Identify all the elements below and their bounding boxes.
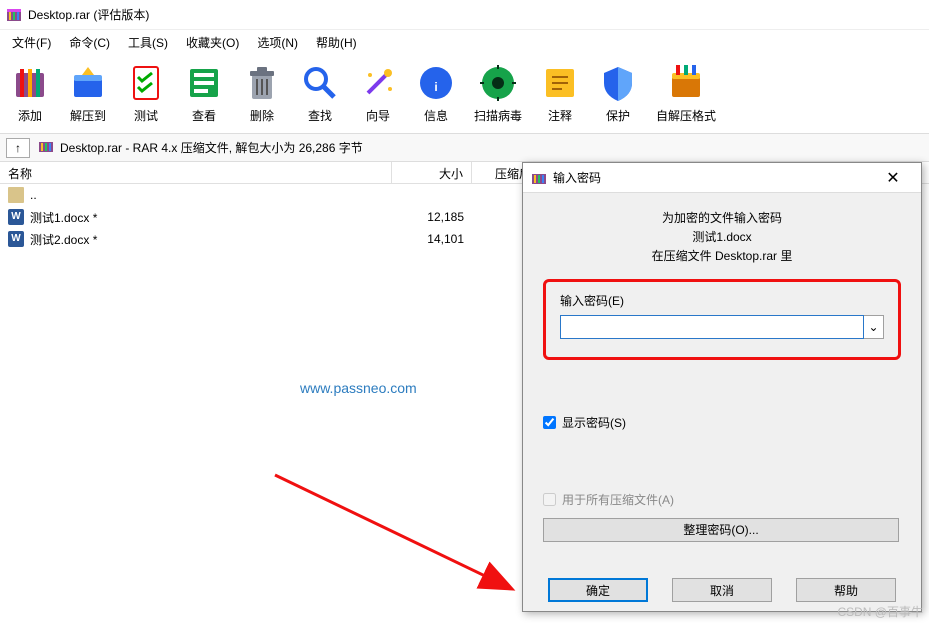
docx-icon: W — [8, 209, 24, 225]
sfx-button[interactable]: 自解压格式 — [656, 63, 716, 124]
password-dialog: 输入密码 ✕ 为加密的文件输入密码 测试1.docx 在压缩文件 Desktop… — [522, 162, 922, 612]
svg-text:i: i — [434, 80, 437, 94]
add-button[interactable]: 添加 — [10, 63, 50, 124]
dialog-title: 输入密码 — [553, 169, 873, 186]
scan-icon — [478, 63, 518, 103]
docx-icon: W — [8, 231, 24, 247]
col-name[interactable]: 名称 — [0, 162, 392, 183]
view-icon — [184, 63, 224, 103]
ok-button[interactable]: 确定 — [548, 578, 648, 602]
protect-button[interactable]: 保护 — [598, 63, 638, 124]
password-input[interactable] — [560, 315, 864, 339]
protect-icon — [598, 63, 638, 103]
menu-options[interactable]: 选项(N) — [249, 32, 306, 53]
find-button[interactable]: 查找 — [300, 63, 340, 124]
menu-commands[interactable]: 命令(C) — [61, 32, 118, 53]
winrar-icon — [38, 138, 54, 157]
info-icon: i — [416, 63, 456, 103]
extract-button[interactable]: 解压到 — [68, 63, 108, 124]
password-dropdown[interactable]: ⌄ — [864, 315, 884, 339]
comment-button[interactable]: 注释 — [540, 63, 580, 124]
comment-icon — [540, 63, 580, 103]
organize-passwords-button[interactable]: 整理密码(O)... — [543, 518, 899, 542]
menubar: 文件(F) 命令(C) 工具(S) 收藏夹(O) 选项(N) 帮助(H) — [0, 30, 929, 54]
use-for-all-checkbox[interactable]: 用于所有压缩文件(A) — [543, 491, 901, 508]
cancel-button[interactable]: 取消 — [672, 578, 772, 602]
test-icon — [126, 63, 166, 103]
help-button[interactable]: 帮助 — [796, 578, 896, 602]
up-button[interactable]: ↑ — [6, 138, 30, 158]
menu-help[interactable]: 帮助(H) — [308, 32, 365, 53]
wizard-button[interactable]: 向导 — [358, 63, 398, 124]
dialog-message: 为加密的文件输入密码 测试1.docx 在压缩文件 Desktop.rar 里 — [543, 209, 901, 267]
window-title: Desktop.rar (评估版本) — [28, 6, 149, 23]
watermark-text: www.passneo.com — [300, 380, 417, 396]
menu-favorites[interactable]: 收藏夹(O) — [178, 32, 247, 53]
winrar-icon — [6, 7, 22, 23]
view-button[interactable]: 查看 — [184, 63, 224, 124]
menu-tools[interactable]: 工具(S) — [120, 32, 176, 53]
find-icon — [300, 63, 340, 103]
path-display[interactable]: Desktop.rar - RAR 4.x 压缩文件, 解包大小为 26,286… — [38, 138, 363, 157]
test-button[interactable]: 测试 — [126, 63, 166, 124]
col-size[interactable]: 大小 — [392, 162, 472, 183]
sfx-icon — [666, 63, 706, 103]
show-password-checkbox[interactable]: 显示密码(S) — [543, 414, 901, 431]
delete-icon — [242, 63, 282, 103]
folder-icon — [8, 187, 24, 203]
wizard-icon — [358, 63, 398, 103]
toolbar: 添加 解压到 测试 查看 删除 查找 向导 i信息 扫描病毒 注释 保护 自解压… — [0, 54, 929, 134]
dialog-titlebar: 输入密码 ✕ — [523, 163, 921, 193]
add-icon — [10, 63, 50, 103]
window-titlebar: Desktop.rar (评估版本) — [0, 0, 929, 30]
extract-icon — [68, 63, 108, 103]
close-button[interactable]: ✕ — [873, 168, 913, 188]
password-group: 输入密码(E) ⌄ — [543, 279, 901, 360]
password-label: 输入密码(E) — [560, 294, 624, 308]
delete-button[interactable]: 删除 — [242, 63, 282, 124]
csdn-watermark: CSDN @百事牛 — [837, 603, 923, 620]
info-button[interactable]: i信息 — [416, 63, 456, 124]
menu-file[interactable]: 文件(F) — [4, 32, 59, 53]
winrar-icon — [531, 170, 547, 186]
pathbar: ↑ Desktop.rar - RAR 4.x 压缩文件, 解包大小为 26,2… — [0, 134, 929, 162]
scan-button[interactable]: 扫描病毒 — [474, 63, 522, 124]
